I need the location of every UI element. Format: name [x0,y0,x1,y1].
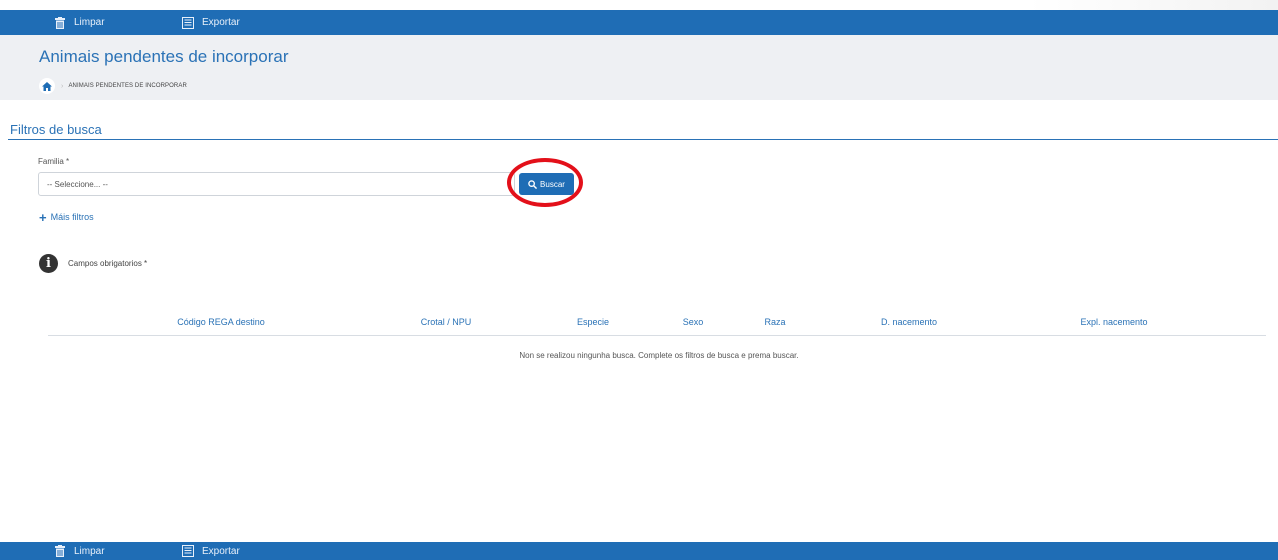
top-toolbar: Limpar Exportar [0,10,1278,35]
family-label: Familia * [38,157,70,166]
clear-label: Limpar [74,545,105,557]
trash-icon [55,16,65,29]
search-button[interactable]: Buscar [519,173,574,195]
clear-label: Limpar [74,17,105,28]
export-button[interactable]: Exportar [182,545,240,557]
family-select-value: -- Seleccione... -- [47,179,108,189]
search-icon [528,179,538,189]
section-divider [8,139,1278,140]
bottom-toolbar: Limpar Exportar [0,542,1278,560]
home-icon [42,81,52,91]
required-fields-label: Campos obrigatorios * [68,259,148,268]
page-title: Animais pendentes de incorporar [39,47,289,66]
required-fields-note: i Campos obrigatorios * [39,254,147,273]
more-filters-link[interactable]: + Máis filtros [39,209,94,225]
trash-icon [55,545,65,557]
filters-section-title: Filtros de busca [10,122,102,137]
page-header: Animais pendentes de incorporar › ANIMAI… [0,35,1278,100]
column-header[interactable]: Raza [764,317,785,327]
document-icon [182,16,194,29]
export-label: Exportar [202,17,240,28]
table-header: Código REGA destino Crotal / NPU Especie… [48,314,1266,336]
plus-icon: + [39,209,47,225]
clear-button[interactable]: Limpar [54,545,105,557]
column-header[interactable]: Especie [577,317,609,327]
more-filters-label: Máis filtros [50,212,94,222]
family-select[interactable]: -- Seleccione... -- [38,172,515,196]
breadcrumb-separator: › [61,82,64,90]
clear-button[interactable]: Limpar [54,16,105,29]
breadcrumb-current: ANIMAIS PENDENTES DE INCORPORAR [68,83,187,89]
document-icon [182,545,194,557]
column-header[interactable]: Sexo [683,317,704,327]
empty-results-message: Non se realizou ningunha busca. Complete… [519,351,799,360]
export-label: Exportar [202,545,240,557]
column-header[interactable]: Expl. nacemento [1080,317,1147,327]
breadcrumb: › ANIMAIS PENDENTES DE INCORPORAR [39,78,187,94]
search-button-label: Buscar [540,179,565,189]
export-button[interactable]: Exportar [182,16,240,29]
column-header[interactable]: Crotal / NPU [421,317,472,327]
column-header[interactable]: D. nacemento [881,317,937,327]
info-icon: i [39,254,58,273]
top-right-shade [1028,0,1278,10]
column-header[interactable]: Código REGA destino [177,317,265,327]
home-link[interactable] [39,78,55,94]
